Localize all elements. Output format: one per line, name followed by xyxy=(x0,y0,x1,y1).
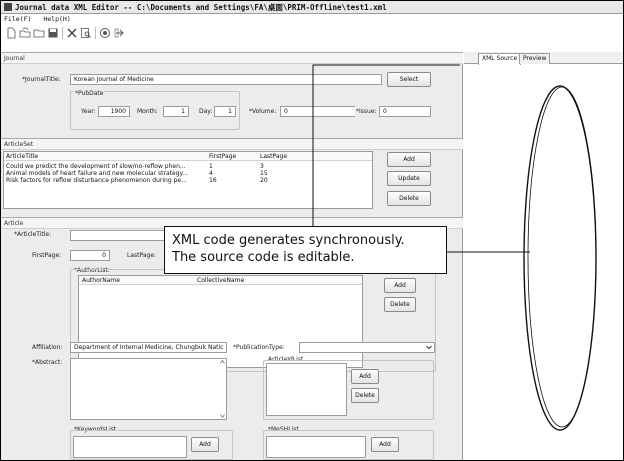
add-article-id-button[interactable]: Add xyxy=(351,369,379,384)
export-icon[interactable] xyxy=(114,27,126,39)
day-label: Day: xyxy=(199,108,213,115)
month-field[interactable]: 1 xyxy=(163,106,189,117)
xml-source-text[interactable]: <LastNa<Collect</Author></AuthorList><Af… xyxy=(464,64,623,460)
last-page-cell: 20 xyxy=(260,177,268,184)
articleset-section-header: ArticleSet xyxy=(1,138,463,150)
delete-icon[interactable] xyxy=(66,27,78,39)
menu-bar: File(F) Help(H) xyxy=(1,14,623,24)
chevron-down-icon xyxy=(426,345,432,350)
issue-field[interactable]: 0 xyxy=(379,106,431,117)
article-id-list[interactable] xyxy=(266,363,347,416)
journal-title-field[interactable]: Korean Journal of Medicine xyxy=(70,74,382,85)
open-icon[interactable] xyxy=(19,27,31,39)
validate-icon[interactable] xyxy=(99,27,111,39)
affiliation-field[interactable]: Department of Internal Medicine, Chungbu… xyxy=(70,342,227,353)
xml-source-panel: XML Source Preview <LastNa<Collect</Auth… xyxy=(464,52,623,460)
day-field[interactable]: 1 xyxy=(214,106,236,117)
publication-type-select[interactable] xyxy=(299,342,435,353)
author-table-header: AuthorName CollectiveName xyxy=(79,276,362,285)
last-page-label: LastPage: xyxy=(127,252,157,259)
first-page-label: FirstPage: xyxy=(32,252,62,259)
app-icon xyxy=(4,3,12,11)
year-field[interactable]: 1900 xyxy=(98,106,130,117)
column-header[interactable]: ArticleTitle xyxy=(6,152,196,161)
title-bar: Journal data XML Editor -- C:\Documents … xyxy=(1,1,623,14)
update-article-button[interactable]: Update xyxy=(387,171,431,186)
preview-icon[interactable] xyxy=(80,27,92,39)
scroll-down-icon[interactable] xyxy=(220,414,225,418)
delete-article-id-button[interactable]: Delete xyxy=(351,388,379,403)
add-mesh-button[interactable]: Add xyxy=(371,437,399,452)
right-tabs: XML Source Preview xyxy=(464,52,623,65)
year-label: Year: xyxy=(81,108,96,115)
window-title: Journal data XML Editor -- C:\Documents … xyxy=(15,3,387,12)
keywords-list[interactable] xyxy=(73,436,187,458)
annotation-callout: XML code generates synchronously. The so… xyxy=(164,226,447,274)
volume-label: *Volume: xyxy=(249,108,277,115)
pubdate-label: *PubDate xyxy=(74,88,105,99)
callout-line-2: The source code is editable. xyxy=(172,250,355,265)
callout-line-1: XML code generates synchronously. xyxy=(172,233,405,248)
journal-section-header: Journal xyxy=(1,52,463,64)
affiliation-label: Affiliation: xyxy=(32,344,63,351)
column-header[interactable]: LastPage xyxy=(260,152,320,161)
publication-type-label: *PublicationType: xyxy=(233,344,285,351)
articleset-table[interactable]: ArticleTitle FirstPage LastPage Could we… xyxy=(3,151,373,209)
toolbar-separator xyxy=(95,27,96,39)
tab-preview[interactable]: Preview xyxy=(519,53,551,64)
articleset-table-header: ArticleTitle FirstPage LastPage xyxy=(4,152,372,161)
menu-file[interactable]: File(F) xyxy=(4,15,31,23)
toolbar-separator xyxy=(62,27,63,39)
add-author-button[interactable]: Add xyxy=(384,278,416,293)
column-header[interactable]: FirstPage xyxy=(209,152,249,161)
abstract-label: *Abstract: xyxy=(32,359,63,366)
first-page-field[interactable]: 0 xyxy=(70,250,110,261)
toolbar xyxy=(1,25,623,41)
select-journal-button[interactable]: Select xyxy=(387,72,431,87)
mesh-list[interactable] xyxy=(266,436,366,458)
abstract-textarea[interactable] xyxy=(70,358,227,420)
delete-article-button[interactable]: Delete xyxy=(387,191,431,206)
journal-title-label: *JournalTitle: xyxy=(22,76,61,83)
delete-author-button[interactable]: Delete xyxy=(384,297,416,312)
first-page-cell: 16 xyxy=(209,177,217,184)
scroll-up-icon[interactable] xyxy=(220,360,225,364)
issue-label: *Issue: xyxy=(355,106,378,117)
column-header[interactable]: AuthorName xyxy=(82,276,182,285)
column-header[interactable]: CollectiveName xyxy=(197,276,297,285)
article-title-label: *ArticleTitle: xyxy=(14,231,52,238)
new-icon[interactable] xyxy=(5,27,17,39)
menu-help[interactable]: Help(H) xyxy=(43,15,70,23)
author-table[interactable]: AuthorName CollectiveName xyxy=(78,275,363,368)
month-label: Month: xyxy=(137,108,158,115)
save-icon[interactable] xyxy=(47,27,59,39)
add-article-button[interactable]: Add xyxy=(387,152,431,167)
add-keyword-button[interactable]: Add xyxy=(191,437,219,452)
article-title-cell: Risk factors for reflow disturbance phen… xyxy=(6,177,187,184)
folder-icon[interactable] xyxy=(33,27,45,39)
